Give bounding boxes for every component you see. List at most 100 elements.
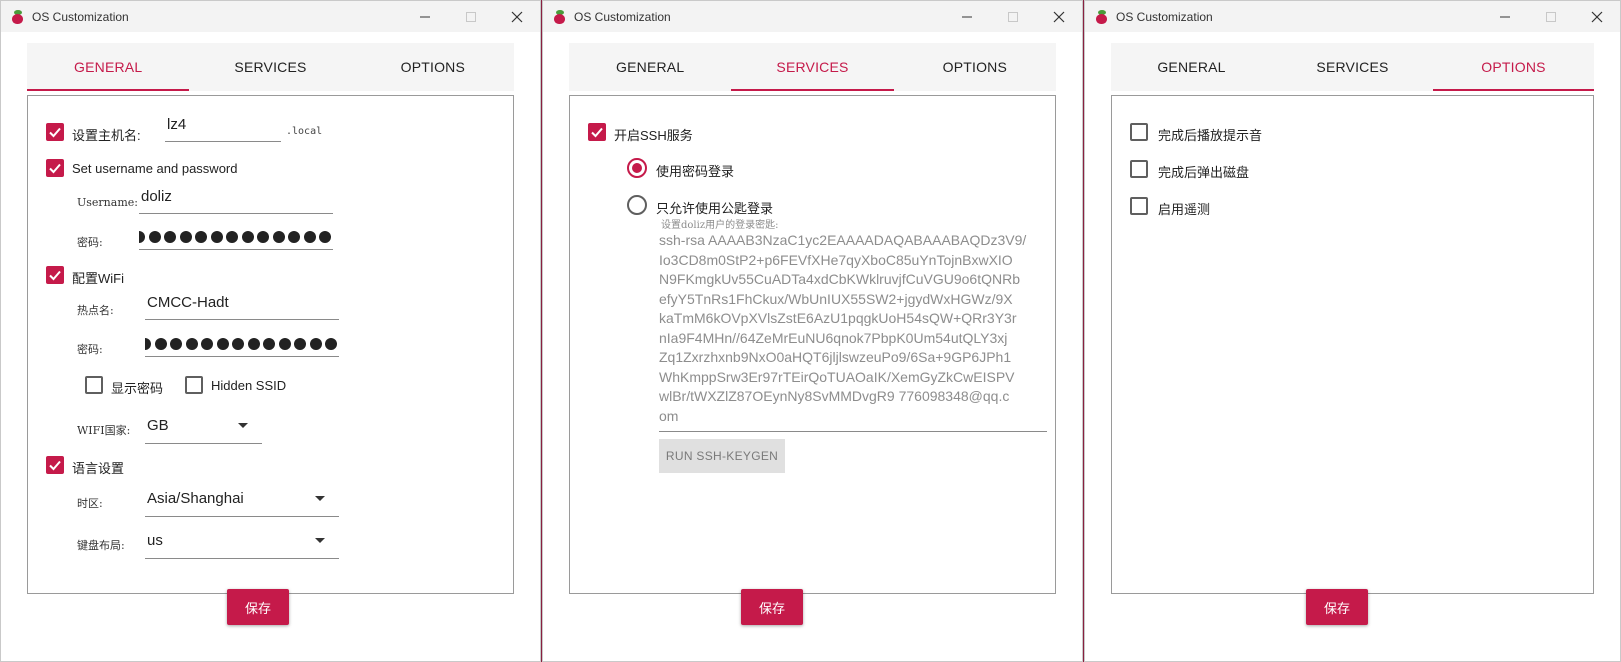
wifi-password-input[interactable] [145, 333, 339, 357]
maximize-icon [1546, 11, 1556, 22]
close-button[interactable] [1036, 1, 1082, 32]
show-password-label: 显示密码 [111, 381, 164, 396]
maximize-icon [466, 11, 476, 22]
minimize-button[interactable] [944, 1, 990, 32]
raspberry-pi-icon [1095, 9, 1109, 24]
tab-general[interactable]: GENERAL [569, 43, 731, 91]
hidden-ssid-label: Hidden SSID [211, 378, 287, 393]
eject-checkbox[interactable] [1130, 160, 1148, 178]
tab-options[interactable]: OPTIONS [352, 43, 514, 91]
title-bar: OS Customization [543, 1, 1082, 32]
minimize-icon [1500, 16, 1510, 17]
pubkey-line: efyY5TnRs1FhCkux/WbUnIUX55SW2+jgydWxHGWz… [659, 290, 1013, 307]
close-icon [511, 11, 523, 22]
beep-checkbox[interactable] [1130, 123, 1148, 141]
pubkey-line: nIa9F4MHn//64ZeMrEuNU6qnok7PbpK0Um54utQL… [659, 329, 1008, 346]
maximize-icon [1008, 11, 1018, 22]
chevron-down-icon [238, 423, 248, 428]
os-customization-window-options: OS Customization GENERAL SERVICES OPTION… [1084, 0, 1621, 662]
os-customization-window-services: OS Customization GENERAL SERVICES OPTION… [542, 0, 1083, 662]
pubkey-line: Io3CD8m0StP2+p6FEVfXHe7qyXboC85uYnTojnBx… [659, 251, 1013, 268]
general-panel: 设置主机名: lz4 .local Set username and passw… [27, 95, 514, 594]
tab-bar: GENERAL SERVICES OPTIONS [569, 43, 1056, 91]
tab-services[interactable]: SERVICES [731, 43, 894, 91]
maximize-button[interactable] [448, 1, 494, 32]
os-customization-window-general: OS Customization GENERAL SERVICES OPTION… [0, 0, 541, 662]
keyboard-select[interactable]: us [145, 529, 339, 559]
telemetry-checkbox[interactable] [1130, 197, 1148, 215]
ssid-input[interactable]: CMCC-Hadt [145, 294, 339, 320]
raspberry-pi-icon [553, 9, 567, 24]
timezone-value: Asia/Shanghai [147, 490, 244, 507]
tab-options[interactable]: OPTIONS [1433, 43, 1594, 91]
wifi-country-value: GB [147, 417, 169, 434]
keyboard-label: 键盘布局: [77, 539, 125, 552]
hostname-label: 设置主机名: [72, 128, 141, 143]
close-button[interactable] [494, 1, 540, 32]
wifi-country-select[interactable]: GB [145, 414, 262, 444]
hostname-checkbox[interactable] [46, 123, 64, 141]
password-label: 密码: [77, 236, 103, 249]
tab-bar: GENERAL SERVICES OPTIONS [1111, 43, 1594, 91]
maximize-button[interactable] [1528, 1, 1574, 32]
password-auth-radio[interactable] [627, 158, 647, 178]
title-bar: OS Customization [1085, 1, 1620, 32]
hidden-ssid-checkbox[interactable] [185, 376, 203, 394]
timezone-select[interactable]: Asia/Shanghai [145, 487, 339, 517]
hostname-suffix: .local [286, 126, 323, 137]
close-icon [1591, 11, 1603, 22]
minimize-icon [962, 16, 972, 17]
minimize-button[interactable] [1482, 1, 1528, 32]
wifi-checkbox[interactable] [46, 266, 64, 284]
maximize-button[interactable] [990, 1, 1036, 32]
run-ssh-keygen-button[interactable]: RUN SSH-KEYGEN [659, 439, 785, 473]
checkmark-icon [591, 127, 603, 138]
pubkey-auth-radio[interactable] [627, 195, 647, 215]
window-title: OS Customization [574, 9, 671, 24]
hostname-input[interactable]: lz4 [165, 116, 281, 142]
pubkey-line: WhKmppSrw3Er97rTEirQoTUAOaIK/XemGyZkCwEI… [659, 368, 1015, 385]
pubkey-line: wlBr/tWXZlZ87OEynNy8SvMMDvgR9 776098348@… [659, 388, 1010, 404]
close-icon [1053, 11, 1065, 22]
locale-label: 语言设置 [72, 461, 125, 476]
wifi-country-label: WIFI国家: [77, 424, 131, 437]
save-button[interactable]: 保存 [741, 589, 803, 625]
checkmark-icon [49, 460, 61, 471]
pubkey-line: kaTmM6kOVpXVlsZstE6AzU1pqgkUoH54sQW+QRr3… [659, 310, 1017, 326]
beep-label: 完成后播放提示音 [1158, 128, 1263, 143]
pubkey-line: N9FKmgkUv55CuADTa4xdCbKWklruvjfCuVGU9o6t… [659, 271, 1021, 287]
show-password-checkbox[interactable] [85, 376, 103, 394]
telemetry-label: 启用遥测 [1158, 202, 1211, 217]
pubkey-line: ssh-rsa AAAAB3NzaC1yc2EAAAADAQABAAABAQDz… [659, 232, 1027, 248]
services-panel: 开启SSH服务 使用密码登录 只允许使用公匙登录 设置doliz用户的登录密匙:… [569, 95, 1056, 594]
username-input[interactable]: doliz [139, 188, 333, 214]
locale-checkbox[interactable] [46, 456, 64, 474]
wifi-password-label: 密码: [77, 343, 103, 356]
tab-general[interactable]: GENERAL [27, 43, 190, 91]
userpass-checkbox[interactable] [46, 159, 64, 177]
tab-general[interactable]: GENERAL [1111, 43, 1272, 91]
window-title: OS Customization [1116, 9, 1213, 24]
ssid-label: 热点名: [77, 304, 114, 317]
save-button[interactable]: 保存 [227, 589, 289, 625]
wifi-label: 配置WiFi [72, 271, 124, 286]
password-auth-label: 使用密码登录 [656, 164, 735, 179]
tab-services[interactable]: SERVICES [189, 43, 351, 91]
userpass-label: Set username and password [72, 161, 238, 176]
chevron-down-icon [315, 496, 325, 501]
raspberry-pi-icon [11, 9, 25, 24]
window-title: OS Customization [32, 9, 129, 24]
minimize-icon [420, 16, 430, 17]
ssh-enable-checkbox[interactable] [588, 123, 606, 141]
minimize-button[interactable] [402, 1, 448, 32]
timezone-label: 时区: [77, 497, 103, 510]
close-button[interactable] [1574, 1, 1620, 32]
checkmark-icon [49, 270, 61, 281]
chevron-down-icon [315, 538, 325, 543]
password-input[interactable] [139, 226, 333, 250]
tab-services[interactable]: SERVICES [1272, 43, 1433, 91]
checkmark-icon [49, 163, 61, 174]
pubkey-textarea[interactable]: ssh-rsa AAAAB3NzaC1yc2EAAAADAQABAAABAQDz… [659, 231, 1047, 432]
tab-options[interactable]: OPTIONS [894, 43, 1056, 91]
save-button[interactable]: 保存 [1306, 589, 1368, 625]
